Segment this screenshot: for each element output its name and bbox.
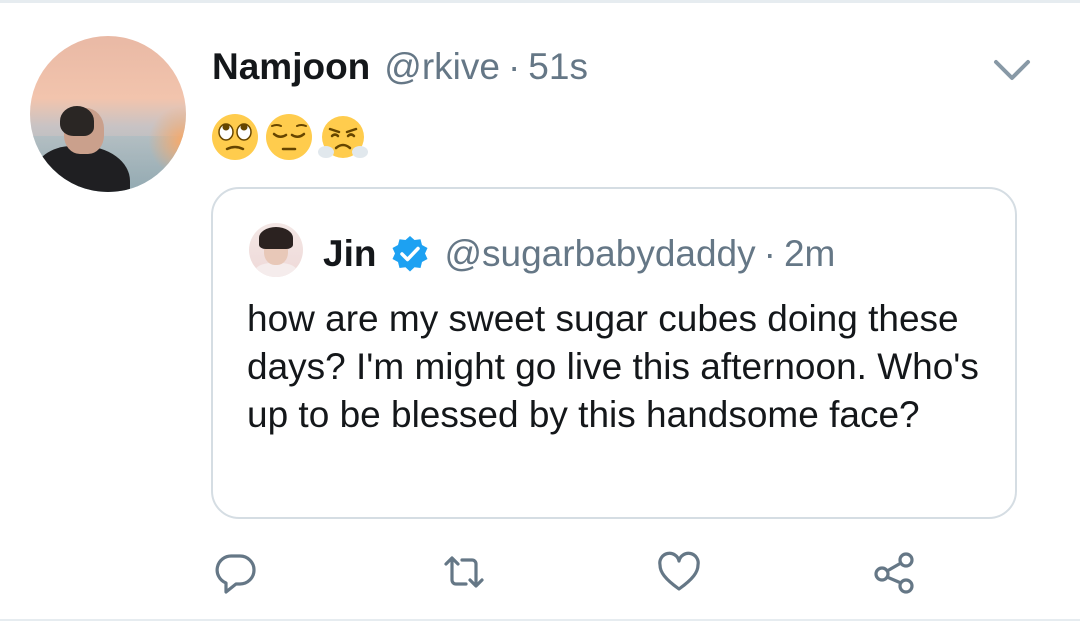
retweet-icon <box>444 556 484 588</box>
face-with-steam-from-nose-emoji <box>318 116 368 158</box>
retweet-button[interactable] <box>440 548 488 596</box>
quoted-author-handle[interactable]: @sugarbabydaddy <box>444 233 755 275</box>
bottom-divider <box>0 619 1080 621</box>
quoted-tweet-header: Jin @sugarbabydaddy · 2m <box>323 233 835 275</box>
quoted-author-avatar[interactable] <box>249 223 303 277</box>
pensive-face-emoji <box>266 114 312 160</box>
like-button[interactable] <box>655 548 703 596</box>
quoted-tweet-card[interactable]: Jin @sugarbabydaddy · 2m how are my swee… <box>211 187 1017 519</box>
reply-button[interactable] <box>212 548 260 596</box>
tweet-emojis <box>210 112 368 162</box>
quoted-header-separator: · <box>763 233 776 274</box>
quoted-tweet-text: how are my sweet sugar cubes doing these… <box>247 298 979 435</box>
author-avatar[interactable] <box>30 36 186 192</box>
face-with-rolling-eyes-emoji <box>212 114 258 160</box>
verified-badge-icon <box>392 236 428 272</box>
header-separator: · <box>507 46 521 87</box>
chevron-down-icon[interactable] <box>990 56 1034 86</box>
tweet-header: Namjoon @rkive · 51s <box>212 46 588 90</box>
share-icon <box>874 552 914 594</box>
author-handle[interactable]: @rkive <box>384 46 500 88</box>
like-icon <box>658 551 700 591</box>
reply-icon <box>215 554 256 594</box>
author-name[interactable]: Namjoon <box>212 46 370 88</box>
top-divider <box>0 0 1080 3</box>
share-button[interactable] <box>870 548 918 596</box>
quoted-tweet-timestamp[interactable]: 2m <box>784 233 835 275</box>
tweet-timestamp[interactable]: 51s <box>528 46 588 88</box>
quoted-author-name[interactable]: Jin <box>323 233 376 275</box>
